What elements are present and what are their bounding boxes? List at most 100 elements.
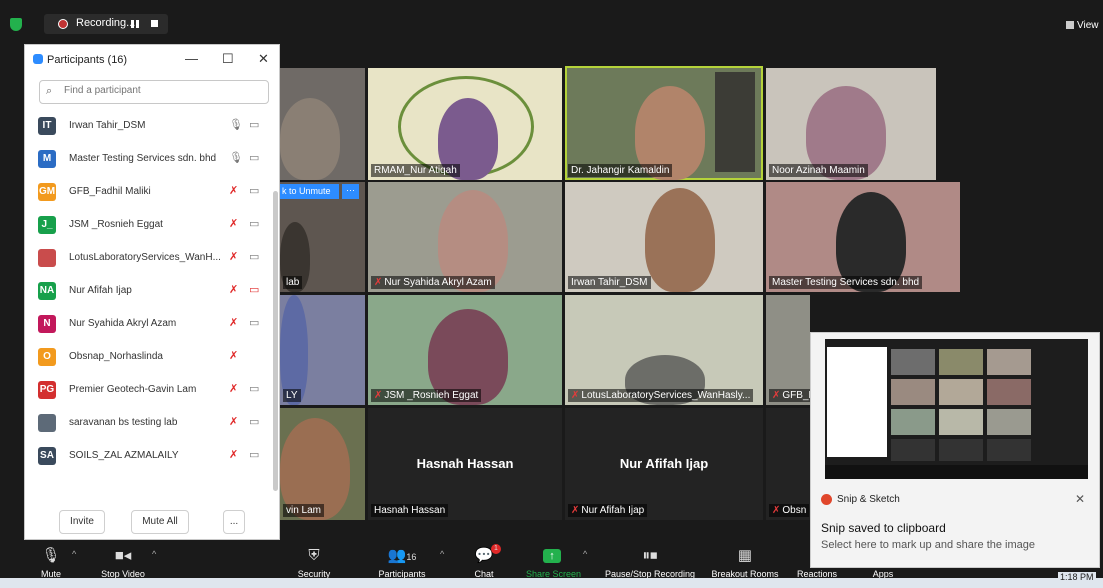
tile-name-label: ✗ LotusLaboratoryServices_WanHasly... xyxy=(568,389,754,402)
video-tile[interactable]: ✗GFB_F xyxy=(766,295,810,405)
video-camera-icon[interactable]: ▭ xyxy=(249,118,259,131)
participant-row[interactable]: PG Premier Geotech-Gavin Lam ✗ ▭ xyxy=(25,375,275,407)
scrollbar[interactable] xyxy=(273,191,278,491)
muted-mic-icon: ✗ xyxy=(374,390,383,401)
participant-search-input[interactable] xyxy=(62,84,256,97)
video-options-caret-icon[interactable]: ^ xyxy=(152,549,156,559)
video-tile[interactable]: RMAM_Nur Atiqah xyxy=(368,68,562,180)
stop-video-button[interactable]: ■◂ Stop Video xyxy=(96,545,150,579)
participants-caret-icon[interactable]: ^ xyxy=(440,549,444,559)
video-tile-active-speaker[interactable]: Dr. Jahangir Kamaldin xyxy=(565,66,763,180)
video-tile[interactable]: Nur Afifah Ijap ✗ Nur Afifah Ijap xyxy=(565,408,763,520)
video-tile[interactable]: ✗ LotusLaboratoryServices_WanHasly... xyxy=(565,295,763,405)
muted-microphone-icon[interactable]: ✗ xyxy=(229,448,238,461)
video-camera-icon[interactable]: ▭ xyxy=(249,382,259,395)
video-tile[interactable]: vin Lam xyxy=(280,408,365,520)
chat-badge: 1 xyxy=(491,544,501,554)
chat-bubble-icon: 💬 1 xyxy=(470,544,501,567)
video-camera-icon[interactable]: ▭ xyxy=(249,184,259,197)
video-tile[interactable]: Hasnah Hassan Hasnah Hassan xyxy=(368,408,562,520)
snip-sketch-app-icon xyxy=(821,494,832,505)
video-camera-icon: ■◂ xyxy=(114,547,132,564)
tile-name-label: ✗ Nur Syahida Akryl Azam xyxy=(371,276,495,289)
thumbnail-toolbar xyxy=(825,465,1088,479)
participant-row[interactable]: GM GFB_Fadhil Maliki ✗ ▭ xyxy=(25,177,275,209)
participant-avatar: GM xyxy=(38,183,56,201)
video-camera-icon[interactable]: ▭ xyxy=(249,316,259,329)
close-button[interactable]: ✕ xyxy=(258,51,269,67)
muted-microphone-icon[interactable]: ✗ xyxy=(229,217,238,230)
share-options-caret-icon[interactable]: ^ xyxy=(583,549,587,559)
encryption-shield-icon[interactable] xyxy=(10,18,22,31)
video-tile[interactable]: ✗ JSM _Rosnieh Eggat xyxy=(368,295,562,405)
minimize-button[interactable]: — xyxy=(185,51,198,66)
participants-button[interactable]: 👥16 Participants xyxy=(374,545,430,579)
toast-close-button[interactable]: ✕ xyxy=(1075,492,1085,506)
share-screen-button[interactable]: ↑ Share Screen xyxy=(526,545,581,579)
thumbnail-tile xyxy=(891,439,935,461)
muted-microphone-icon[interactable]: ✗ xyxy=(229,382,238,395)
muted-microphone-icon[interactable]: ✗ xyxy=(229,250,238,263)
video-tile[interactable]: ✗ Nur Syahida Akryl Azam xyxy=(368,182,562,292)
muted-microphone-icon[interactable]: ✗ xyxy=(229,283,238,296)
participant-row[interactable]: LotusLaboratoryServices_WanH... ✗ ▭ xyxy=(25,243,275,275)
click-to-unmute-button[interactable]: k to Unmute xyxy=(279,184,339,199)
invite-button[interactable]: Invite xyxy=(59,510,105,534)
more-options-button[interactable]: ... xyxy=(223,510,245,534)
microphone-icon: 🎙 xyxy=(41,547,61,564)
video-tile[interactable]: Noor Azinah Maamin xyxy=(766,68,936,180)
video-camera-icon[interactable]: ▭ xyxy=(249,151,259,164)
breakout-rooms-icon: ▦ xyxy=(737,547,753,564)
video-tile[interactable] xyxy=(280,68,365,180)
video-off-icon[interactable]: ▭ xyxy=(249,283,259,296)
maximize-button[interactable]: ☐ xyxy=(222,51,234,67)
video-tile[interactable]: LY xyxy=(280,295,365,405)
participant-row[interactable]: M Master Testing Services sdn. bhd 🎙 ▭ xyxy=(25,144,275,176)
chat-button[interactable]: 💬 1 Chat xyxy=(470,544,501,579)
pause-recording-icon[interactable] xyxy=(131,20,139,28)
share-screen-icon: ↑ xyxy=(526,545,578,567)
participant-avatar: IT xyxy=(38,117,56,135)
thumbnail-tile xyxy=(939,409,983,435)
participant-row[interactable]: J_ JSM _Rosnieh Eggat ✗ ▭ xyxy=(25,210,275,242)
video-camera-icon[interactable]: ▭ xyxy=(249,217,259,230)
muted-microphone-icon[interactable]: ✗ xyxy=(229,415,238,428)
participant-name: SOILS_ZAL AZMALAILY xyxy=(69,450,179,461)
thumbnail-panel xyxy=(827,347,887,457)
security-button[interactable]: ⛨ Security xyxy=(294,545,334,579)
stop-recording-icon[interactable] xyxy=(151,20,158,27)
mute-all-button[interactable]: Mute All xyxy=(131,510,189,534)
participant-row[interactable]: O Obsnap_Norhaslinda ✗ xyxy=(25,342,275,374)
participant-row[interactable]: saravanan bs testing lab ✗ ▭ xyxy=(25,408,275,440)
participant-row[interactable]: IT Irwan Tahir_DSM 🎙 ▭ xyxy=(25,111,275,143)
participant-row[interactable]: SA SOILS_ZAL AZMALAILY ✗ ▭ xyxy=(25,441,275,473)
video-camera-icon[interactable]: ▭ xyxy=(249,448,259,461)
video-tile[interactable]: ✗ Obsn xyxy=(766,408,810,520)
view-button[interactable]: View xyxy=(1066,20,1099,31)
participant-avatar xyxy=(38,414,56,432)
muted-mic-icon: ✗ xyxy=(571,390,580,401)
muted-microphone-icon[interactable]: ✗ xyxy=(229,349,238,362)
participant-row[interactable]: NA Nur Afifah Ijap ✗ ▭ xyxy=(25,276,275,308)
snip-notification-toast[interactable]: Snip & Sketch ✕ Snip saved to clipboard … xyxy=(810,332,1100,568)
microphone-icon[interactable]: 🎙 xyxy=(229,151,243,164)
mute-button[interactable]: 🎙 Mute xyxy=(36,545,66,579)
video-camera-icon[interactable]: ▭ xyxy=(249,415,259,428)
participant-video xyxy=(645,188,715,292)
video-camera-icon[interactable]: ▭ xyxy=(249,250,259,263)
participant-name: GFB_Fadhil Maliki xyxy=(69,186,151,197)
audio-options-caret-icon[interactable]: ^ xyxy=(72,549,76,559)
search-box[interactable]: ⌕ xyxy=(39,80,269,104)
participant-row[interactable]: N Nur Syahida Akryl Azam ✗ ▭ xyxy=(25,309,275,341)
muted-microphone-icon[interactable]: ✗ xyxy=(229,316,238,329)
recording-indicator: Recording... xyxy=(44,14,168,34)
unmute-more-button[interactable]: ··· xyxy=(342,184,359,199)
video-tile[interactable]: Irwan Tahir_DSM xyxy=(565,182,763,292)
microphone-icon[interactable]: 🎙 xyxy=(229,118,243,131)
tile-name-label: vin Lam xyxy=(283,504,325,517)
pause-stop-recording-button[interactable]: ⏸⏹ Pause/Stop Recording xyxy=(600,545,700,579)
muted-microphone-icon[interactable]: ✗ xyxy=(229,184,238,197)
video-tile[interactable]: Master Testing Services sdn. bhd xyxy=(766,182,960,292)
breakout-rooms-button[interactable]: ▦ Breakout Rooms xyxy=(708,545,782,579)
meeting-top-bar: Recording... View xyxy=(0,0,1103,40)
